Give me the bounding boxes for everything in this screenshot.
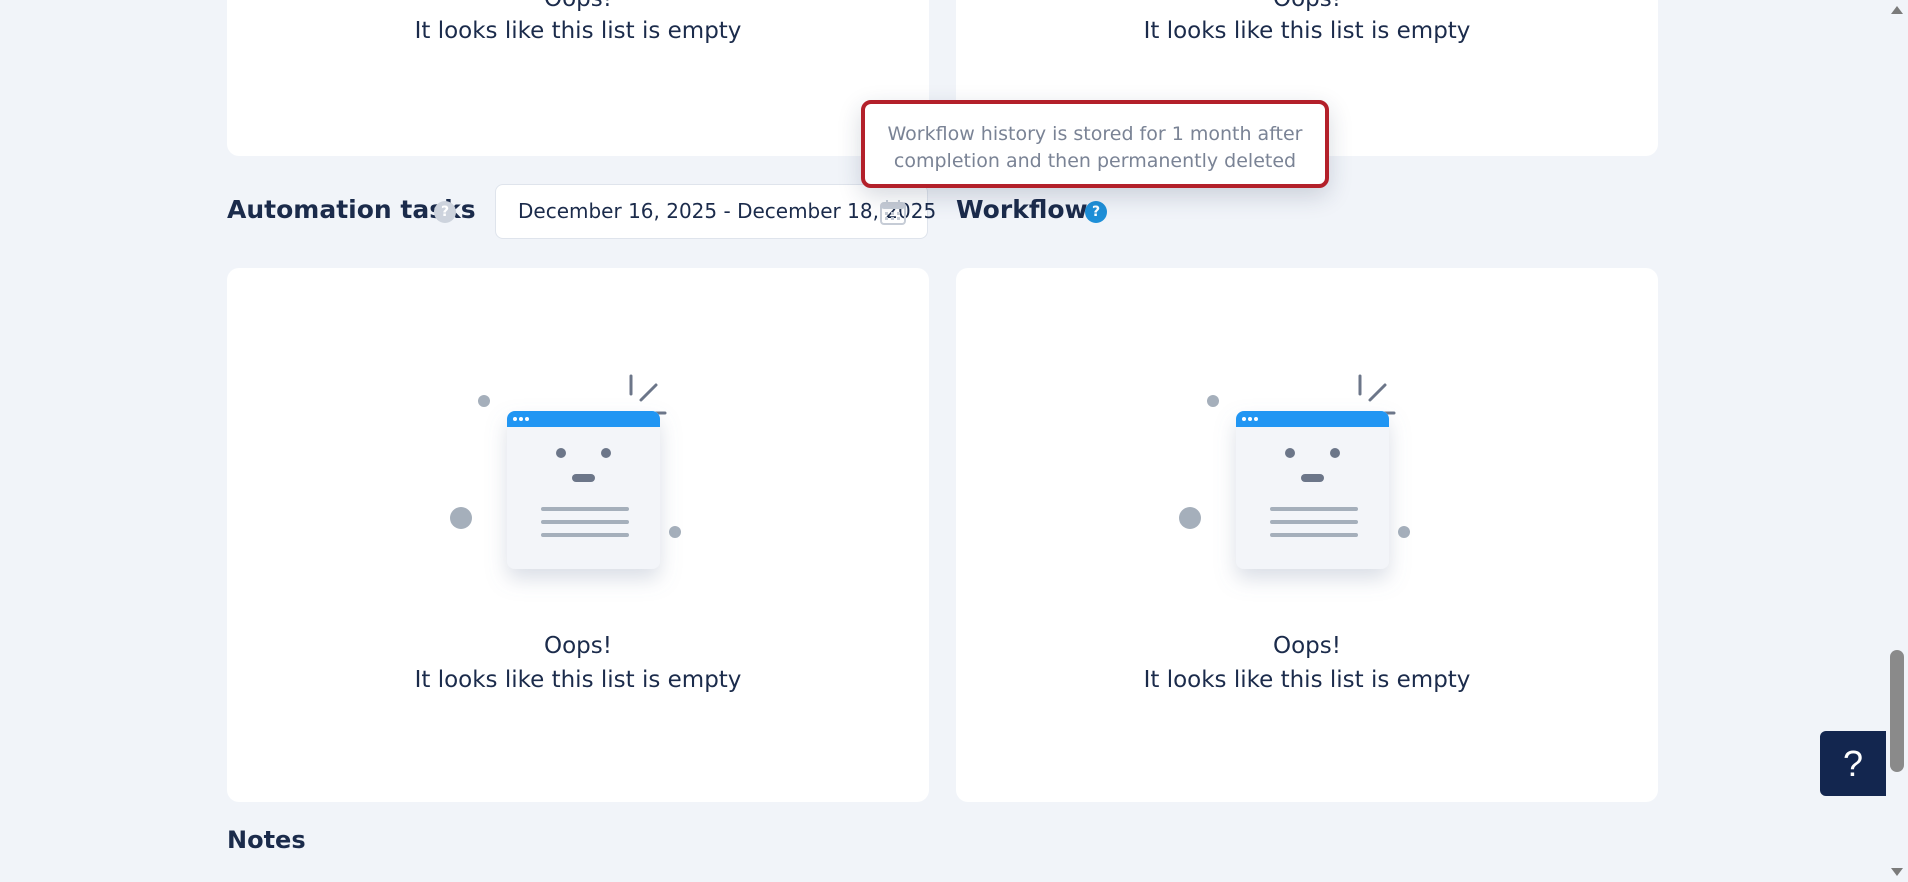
workflows-title: Workflows — [956, 195, 1103, 224]
date-range-picker[interactable]: December 16, 2025 - December 18, 2025 — [495, 184, 936, 239]
tooltip-line-2: completion and then permanently deleted — [893, 150, 1297, 172]
scroll-down-arrow-icon[interactable] — [1891, 868, 1903, 876]
automation-tasks-panel: Oops! It looks like this list is empty — [227, 268, 929, 802]
date-range-value: December 16, 2025 - December 18, 2025 — [518, 199, 937, 223]
empty-state-message: It looks like this list is empty — [1143, 667, 1471, 693]
top-left-panel: Oops! It looks like this list is empty — [227, 0, 929, 156]
calendar-icon[interactable] — [879, 198, 907, 230]
page: Oops! It looks like this list is empty O… — [0, 0, 1908, 882]
notes-title: Notes — [227, 826, 306, 854]
empty-state-message: It looks like this list is empty — [1143, 18, 1471, 44]
help-button[interactable]: ? — [1820, 731, 1886, 796]
question-icon[interactable]: ? — [434, 201, 456, 223]
empty-list-illustration — [1179, 374, 1410, 569]
empty-state-title: Oops! — [544, 633, 612, 659]
question-icon[interactable]: ? — [1085, 201, 1107, 223]
empty-state-title: Oops! — [1273, 633, 1341, 659]
tooltip-line-1: Workflow history is stored for 1 month a… — [887, 123, 1303, 145]
empty-state-message: It looks like this list is empty — [414, 667, 742, 693]
page-scrollbar[interactable] — [1886, 0, 1908, 882]
scroll-up-arrow-icon[interactable] — [1891, 6, 1903, 14]
empty-list-illustration — [450, 374, 681, 569]
workflow-history-tooltip: Workflow history is stored for 1 month a… — [861, 100, 1329, 188]
workflows-panel: Oops! It looks like this list is empty — [956, 268, 1658, 802]
scrollbar-thumb[interactable] — [1890, 650, 1904, 772]
empty-state-message: It looks like this list is empty — [414, 18, 742, 44]
